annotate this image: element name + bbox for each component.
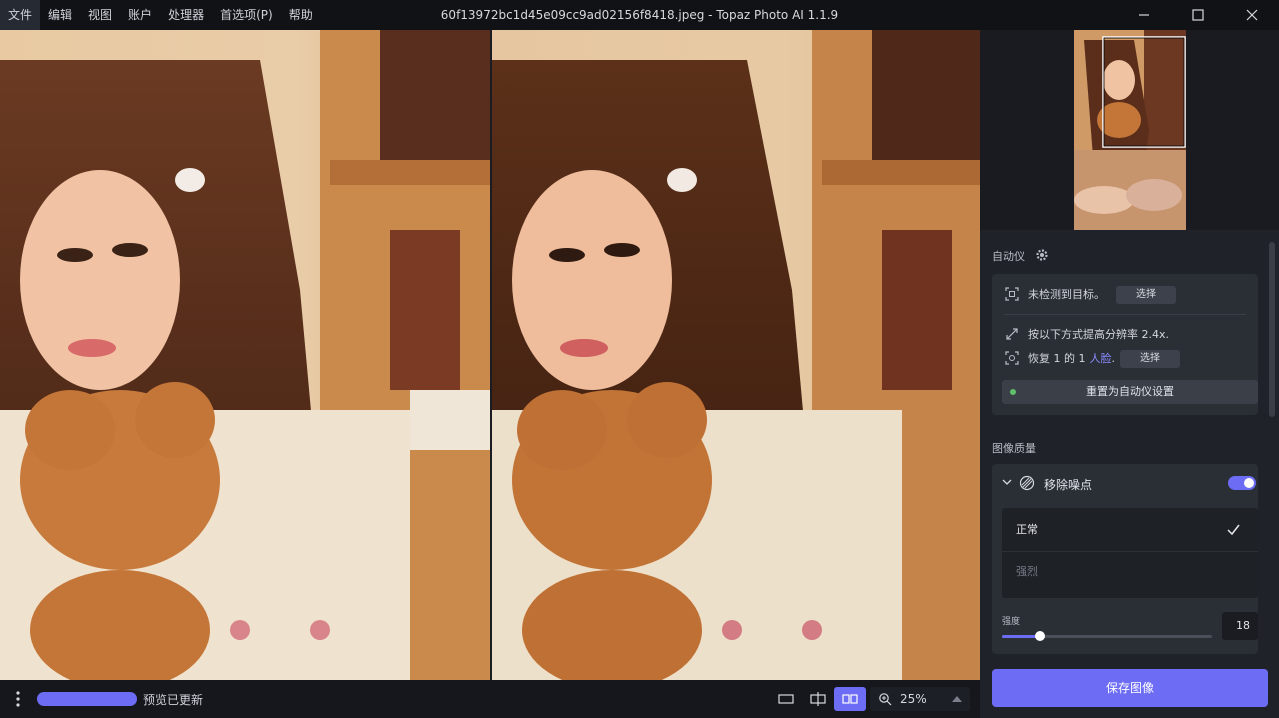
preview-image-pane[interactable] — [492, 30, 980, 680]
zoom-control[interactable]: 25% — [870, 687, 970, 711]
split-view-button[interactable] — [802, 687, 834, 711]
more-options-button[interactable] — [0, 680, 36, 718]
denoise-icon — [1019, 475, 1035, 491]
close-icon — [1246, 9, 1258, 21]
bottom-toolbar: 预览已更新 25% — [0, 680, 980, 718]
single-view-icon — [778, 694, 794, 704]
reset-autopilot-label: 重置为自动仪设置 — [1086, 385, 1174, 398]
zoom-level: 25% — [900, 692, 927, 706]
strength-label: 强度 — [1002, 617, 1021, 627]
split-view-icon — [810, 692, 826, 706]
thumbnail-photo — [1074, 30, 1186, 230]
settings-panel: 自动仪 未检测到目标。 选择 按以下方式提高分辨率 2.4x. 恢复 1 的 1… — [980, 30, 1279, 718]
face-focus-icon — [1004, 350, 1020, 366]
maximize-icon — [1192, 9, 1204, 21]
face-recovery-row: 恢复 1 的 1 人脸 . — [1004, 350, 1115, 366]
gear-icon[interactable] — [1035, 248, 1049, 262]
expand-arrows-icon — [1004, 326, 1020, 342]
image-viewer[interactable] — [0, 30, 980, 680]
caret-up-icon — [952, 696, 962, 702]
toggle-knob — [1244, 478, 1254, 488]
menu-edit[interactable]: 编辑 — [40, 0, 80, 30]
original-image-pane[interactable] — [0, 30, 490, 680]
side-by-side-view-button[interactable] — [834, 687, 866, 711]
side-by-side-view-icon — [842, 694, 858, 704]
upscale-text: 按以下方式提高分辨率 2.4x. — [1028, 328, 1169, 341]
mode-option-normal[interactable]: 正常 — [1002, 510, 1258, 550]
subject-select-button[interactable]: 选择 — [1116, 286, 1176, 304]
checkmark-icon — [1227, 524, 1240, 535]
menu-account[interactable]: 账户 — [120, 0, 160, 30]
denoise-card: 移除噪点 正常 强烈 强度 18 — [992, 464, 1258, 654]
status-dot — [1010, 389, 1016, 395]
face-suffix-text: . — [1111, 351, 1116, 365]
zoom-icon — [879, 693, 892, 706]
save-image-button[interactable]: 保存图像 — [992, 669, 1268, 707]
topaz-photo-ai-window: 文件 编辑 视图 账户 处理器 首选项(P) 帮助 60f13972bc1d45… — [0, 0, 1279, 718]
denoise-label: 移除噪点 — [1044, 478, 1093, 492]
title-bar: 文件 编辑 视图 账户 处理器 首选项(P) 帮助 60f13972bc1d45… — [0, 0, 1279, 30]
view-mode-switcher — [770, 687, 866, 711]
menu-file[interactable]: 文件 — [0, 0, 41, 30]
upscale-row: 按以下方式提高分辨率 2.4x. — [1004, 326, 1169, 342]
denoise-toggle[interactable] — [1228, 476, 1256, 490]
original-photo — [0, 30, 490, 680]
subject-focus-icon — [1004, 286, 1020, 302]
face-select-button[interactable]: 选择 — [1120, 350, 1180, 368]
close-button[interactable] — [1225, 0, 1279, 30]
face-link[interactable]: 人脸 — [1090, 350, 1112, 366]
reset-autopilot-button[interactable]: 重置为自动仪设置 — [1002, 380, 1258, 404]
image-quality-title: 图像质量 — [992, 442, 1036, 455]
denoise-mode-list: 正常 强烈 — [1002, 508, 1258, 598]
navigator-thumbnail[interactable] — [1074, 30, 1186, 230]
menu-bar: 文件 编辑 视图 账户 处理器 首选项(P) 帮助 — [0, 0, 321, 30]
menu-view[interactable]: 视图 — [80, 0, 120, 30]
menu-preferences[interactable]: 首选项(P) — [212, 0, 281, 30]
divider — [1004, 314, 1246, 315]
mode-option-strong[interactable]: 强烈 — [1002, 552, 1258, 592]
navigator — [980, 30, 1279, 230]
mode-normal-label: 正常 — [1016, 523, 1038, 536]
kebab-menu-icon — [16, 691, 20, 707]
menu-processor[interactable]: 处理器 — [160, 0, 212, 30]
autopilot-card: 未检测到目标。 选择 按以下方式提高分辨率 2.4x. 恢复 1 的 1 人脸 … — [992, 274, 1258, 415]
strength-value-input[interactable]: 18 — [1222, 612, 1258, 640]
chevron-down-icon[interactable] — [1002, 478, 1012, 486]
panel-scrollbar[interactable] — [1269, 242, 1275, 417]
window-controls — [1117, 0, 1279, 30]
minimize-icon — [1139, 14, 1149, 16]
face-prefix-text: 恢复 1 的 1 — [1028, 352, 1086, 365]
preview-status-text: 预览已更新 — [143, 692, 204, 707]
maximize-button[interactable] — [1171, 0, 1225, 30]
autopilot-title: 自动仪 — [992, 250, 1025, 263]
strength-slider-handle[interactable] — [1034, 631, 1045, 641]
preview-progress-bar — [37, 692, 137, 706]
preview-photo — [492, 30, 980, 680]
subject-detect-row: 未检测到目标。 — [1004, 286, 1105, 302]
menu-help[interactable]: 帮助 — [281, 0, 321, 30]
no-target-text: 未检测到目标。 — [1028, 288, 1105, 301]
minimize-button[interactable] — [1117, 0, 1171, 30]
single-view-button[interactable] — [770, 687, 802, 711]
